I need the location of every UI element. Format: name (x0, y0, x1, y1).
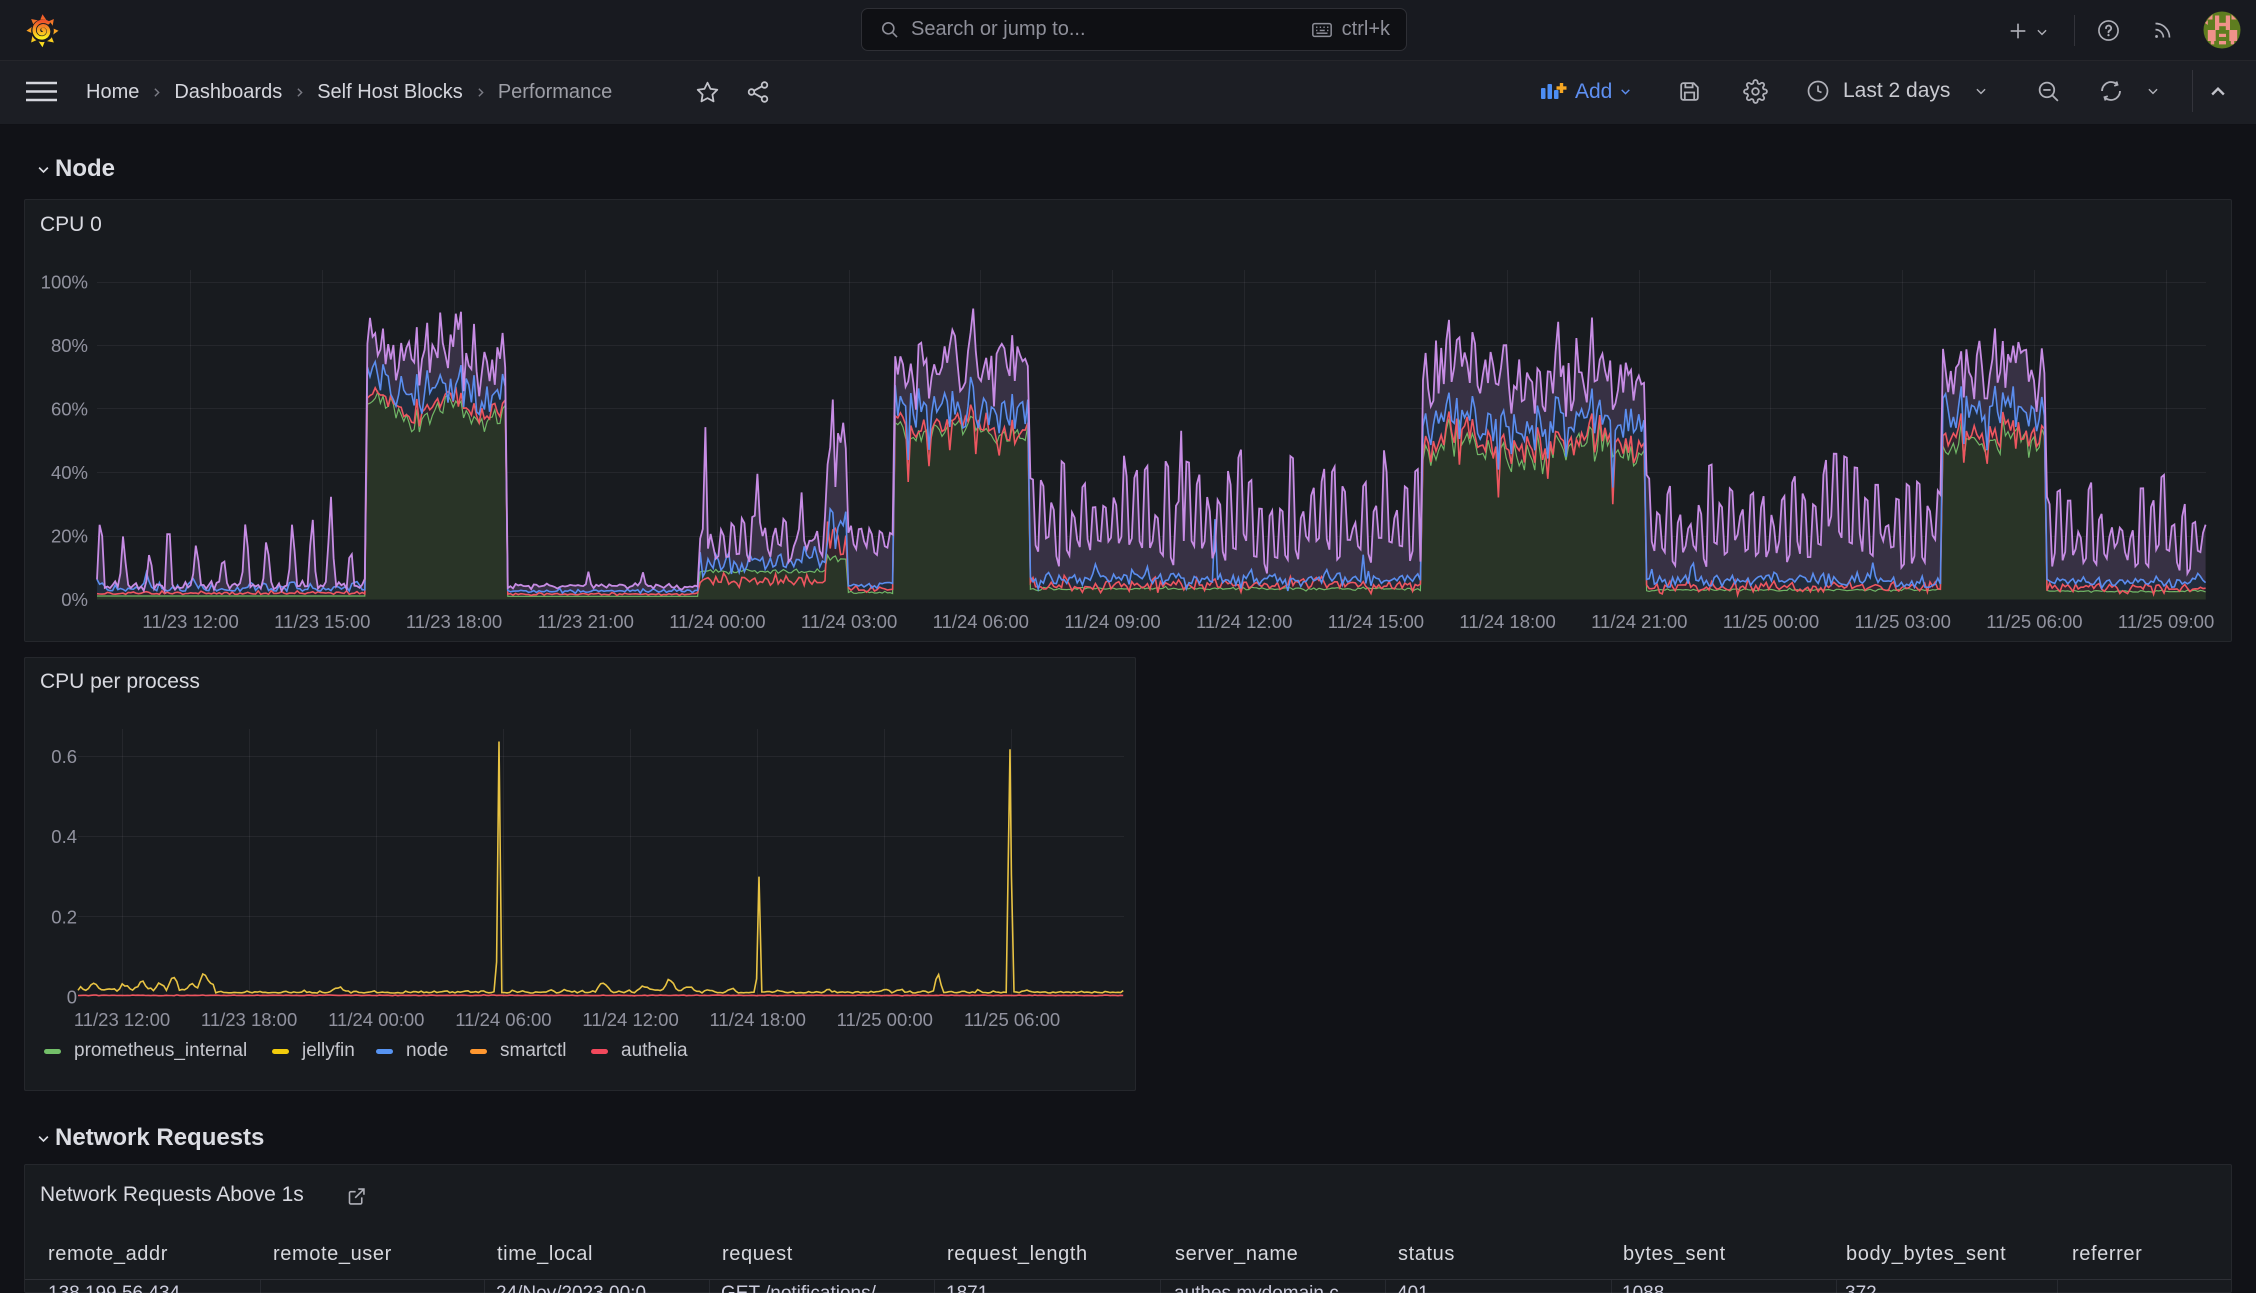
svg-text:11/24 12:00: 11/24 12:00 (1196, 611, 1292, 632)
svg-text:0%: 0% (61, 589, 88, 610)
svg-text:11/24 00:00: 11/24 00:00 (669, 611, 765, 632)
svg-text:20%: 20% (51, 526, 88, 547)
svg-text:11/23 18:00: 11/23 18:00 (406, 611, 502, 632)
svg-text:11/24 15:00: 11/24 15:00 (1328, 611, 1424, 632)
svg-text:11/25 09:00: 11/25 09:00 (2118, 611, 2214, 632)
svg-text:11/24 21:00: 11/24 21:00 (1591, 611, 1687, 632)
svg-text:11/23 15:00: 11/23 15:00 (274, 611, 370, 632)
svg-text:11/24 03:00: 11/24 03:00 (801, 611, 897, 632)
svg-text:11/23 21:00: 11/23 21:00 (538, 611, 634, 632)
svg-text:11/24 18:00: 11/24 18:00 (1459, 611, 1555, 632)
svg-text:100%: 100% (41, 272, 88, 293)
svg-text:11/25 03:00: 11/25 03:00 (1855, 611, 1951, 632)
svg-text:11/24 06:00: 11/24 06:00 (933, 611, 1029, 632)
svg-text:60%: 60% (51, 399, 88, 420)
svg-text:11/25 06:00: 11/25 06:00 (1986, 611, 2082, 632)
svg-text:40%: 40% (51, 462, 88, 483)
svg-text:11/24 09:00: 11/24 09:00 (1064, 611, 1160, 632)
svg-text:11/23 12:00: 11/23 12:00 (142, 611, 238, 632)
svg-text:80%: 80% (51, 335, 88, 356)
svg-text:11/25 00:00: 11/25 00:00 (1723, 611, 1819, 632)
